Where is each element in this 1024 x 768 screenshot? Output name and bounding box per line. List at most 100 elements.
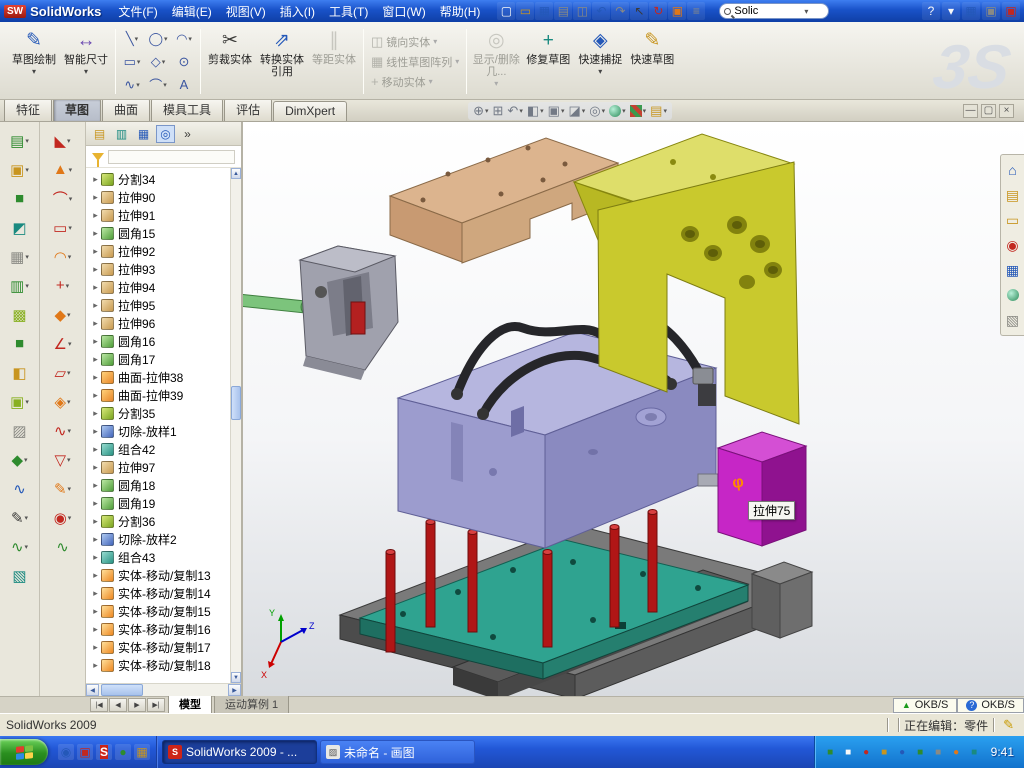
sketch-tool-plus-icon[interactable]: + ▾ — [46, 271, 80, 300]
vertical-scroll-thumb[interactable] — [231, 386, 241, 420]
edit-appearance-icon[interactable]: ▾ — [608, 105, 627, 117]
tree-item[interactable]: ▸ 拉伸92 — [90, 242, 230, 260]
propertymanager-tab-icon[interactable]: ▥ — [112, 125, 131, 143]
expand-arrow-icon[interactable]: ▸ — [90, 210, 101, 221]
part-purple-mold-block[interactable] — [398, 332, 726, 548]
commandmanager-tab[interactable]: 曲面 — [102, 98, 150, 121]
side-tool-revolve-icon[interactable]: ◩ ▾ — [3, 213, 37, 242]
commandmanager-tab[interactable]: 特征 — [4, 98, 52, 121]
tab-nav-button[interactable]: ▶ — [128, 698, 146, 712]
sketch-tool-hook-icon[interactable]: ∿ ▾ — [46, 532, 80, 561]
expand-arrow-icon[interactable]: ▸ — [90, 192, 101, 203]
tree-item[interactable]: ▸ 实体-移动/复制18 — [90, 656, 230, 674]
print-icon[interactable]: ▤ — [554, 2, 572, 20]
expand-arrow-icon[interactable]: ▸ — [90, 174, 101, 185]
tree-item[interactable]: ▸ 切除-放样2 — [90, 530, 230, 548]
sketch-tool-arc2-icon[interactable]: ⌒ ▾ — [46, 184, 80, 213]
expand-arrow-icon[interactable]: ▸ — [90, 462, 101, 473]
expand-arrow-icon[interactable]: ▸ — [90, 444, 101, 455]
expand-arrow-icon[interactable]: ▸ — [90, 624, 101, 635]
commandmanager-tab[interactable]: 模具工具 — [151, 98, 223, 121]
sketch-tool-snap-icon[interactable]: ◈ ▾ — [46, 387, 80, 416]
rectangle-tool-icon[interactable]: ▭ ▾ — [119, 50, 145, 73]
side-tool-rib-icon[interactable]: ▥ ▾ — [3, 271, 37, 300]
taskpane-custom-properties-icon[interactable]: ▧ — [1004, 311, 1022, 329]
sketch-tool-rect2-icon[interactable]: ▭ ▾ — [46, 213, 80, 242]
sketch-tool-triangle-icon[interactable]: ▲ ▾ — [46, 155, 80, 184]
ellipse-tool-icon[interactable]: ⊙ ▾ — [171, 50, 197, 73]
scroll-right-icon[interactable]: ▶ — [228, 684, 241, 696]
expand-arrow-icon[interactable]: ▸ — [90, 534, 101, 545]
hide-show-icon[interactable]: ◎ ▾ — [588, 103, 606, 119]
tree-vertical-scrollbar[interactable]: ▲ ▼ — [230, 168, 241, 683]
rapid-sketch-button[interactable]: ✎ 快速草图 ▾ — [626, 25, 678, 98]
filter-funnel-icon[interactable] — [92, 153, 104, 161]
zoom-fit-icon[interactable]: ⊕ ▾ — [472, 103, 489, 119]
tray-icon-1[interactable]: ■ — [823, 745, 838, 760]
tree-item[interactable]: ▸ 圆角18 — [90, 476, 230, 494]
tray-icon-5[interactable]: ● — [895, 745, 910, 760]
tray-icon-3[interactable]: ● — [859, 745, 874, 760]
expand-arrow-icon[interactable]: ▸ — [90, 552, 101, 563]
expand-arrow-icon[interactable]: ▸ — [90, 480, 101, 491]
scroll-down-icon[interactable]: ▼ — [231, 672, 241, 683]
taskpane-appearances-icon[interactable] — [1004, 286, 1022, 304]
quick-launch-solidworks-icon[interactable]: S — [96, 744, 112, 760]
doc-minimize-icon[interactable]: — — [963, 104, 978, 118]
tray-icon-2[interactable]: ■ — [841, 745, 856, 760]
menu-item[interactable]: 编辑(E) — [165, 1, 219, 22]
panel-toggle-icon[interactable]: ▦ — [962, 2, 980, 20]
expand-arrow-icon[interactable]: ▸ — [90, 228, 101, 239]
smart-dimension-button[interactable]: ↔ 智能尺寸 ▾ — [60, 25, 112, 98]
save-icon[interactable]: ▦ — [535, 2, 553, 20]
menu-item[interactable]: 插入(I) — [273, 1, 322, 22]
sketch-fillet-tool-icon[interactable]: ⌒ ▾ — [145, 73, 171, 96]
apply-scene-icon[interactable]: ▾ — [629, 105, 648, 117]
side-tool-hole-icon[interactable]: ◧ ▾ — [3, 358, 37, 387]
tree-item[interactable]: ▸ 圆角16 — [90, 332, 230, 350]
quick-launch-browser-icon[interactable]: ◉ — [58, 744, 74, 760]
convert-entities-button[interactable]: ⇗ 转换实体引用 ▾ — [256, 25, 308, 98]
tree-item[interactable]: ▸ 切除-放样1 — [90, 422, 230, 440]
chevron-expand-icon[interactable]: » — [178, 125, 197, 143]
part-magenta-block[interactable]: φ — [718, 432, 806, 546]
task-paint[interactable]: ▨ 未命名 - 画图 — [320, 740, 475, 764]
tree-item[interactable]: ▸ 圆角15 — [90, 224, 230, 242]
taskpane-search-icon[interactable]: ◉ — [1004, 236, 1022, 254]
tray-icon-4[interactable]: ■ — [877, 745, 892, 760]
quick-launch-messenger-icon[interactable]: ● — [115, 744, 131, 760]
taskpane-view-palette-icon[interactable]: ▦ — [1004, 261, 1022, 279]
expand-arrow-icon[interactable]: ▸ — [90, 318, 101, 329]
tree-item[interactable]: ▸ 分割34 — [90, 170, 230, 188]
section-view-icon[interactable]: ◧ ▾ — [526, 103, 545, 119]
expand-arrow-icon[interactable]: ▸ — [90, 516, 101, 527]
part-green-arm[interactable] — [243, 294, 309, 313]
part-gray-clamp[interactable] — [300, 246, 398, 380]
exit-icon[interactable]: ▣ — [1002, 2, 1020, 20]
side-tool-shell-icon[interactable]: ▩ ▾ — [3, 300, 37, 329]
side-tool-boss-icon[interactable]: ■ ▾ — [3, 184, 37, 213]
sketch-tool-diamond-icon[interactable]: ◆ ▾ — [46, 300, 80, 329]
tray-icon-8[interactable]: ● — [949, 745, 964, 760]
sketch-tool-tri-down-icon[interactable]: ▽ ▾ — [46, 445, 80, 474]
text-tool-icon[interactable]: A ▾ — [171, 73, 197, 96]
display-delete-relations-button[interactable]: ◎ 显示/删除几... ▾ — [470, 25, 522, 98]
tray-icon-9[interactable]: ■ — [967, 745, 982, 760]
tree-item[interactable]: ▸ 圆角17 — [90, 350, 230, 368]
select-icon[interactable]: ↖ — [630, 2, 648, 20]
sketch-tool-pencil-icon[interactable]: ✎ ▾ — [46, 474, 80, 503]
tray-icon-7[interactable]: ■ — [931, 745, 946, 760]
document-tab[interactable]: 模型 — [168, 695, 212, 715]
scroll-left-icon[interactable]: ◀ — [86, 684, 99, 696]
options-icon[interactable]: ≡ — [687, 2, 705, 20]
expand-arrow-icon[interactable]: ▸ — [90, 336, 101, 347]
doc-restore-icon[interactable]: ▢ — [981, 104, 996, 118]
side-tool-dome-icon[interactable]: ◆ ▾ — [3, 445, 37, 474]
polygon-tool-icon[interactable]: ◇ ▾ — [145, 50, 171, 73]
sketch-tool-spline2-icon[interactable]: ∿ ▾ — [46, 416, 80, 445]
tree-item[interactable]: ▸ 曲面-拉伸38 — [90, 368, 230, 386]
expand-arrow-icon[interactable]: ▸ — [90, 408, 101, 419]
expand-arrow-icon[interactable]: ▸ — [90, 264, 101, 275]
view-settings-icon[interactable]: ▤ ▾ — [649, 103, 668, 119]
expand-arrow-icon[interactable]: ▸ — [90, 642, 101, 653]
